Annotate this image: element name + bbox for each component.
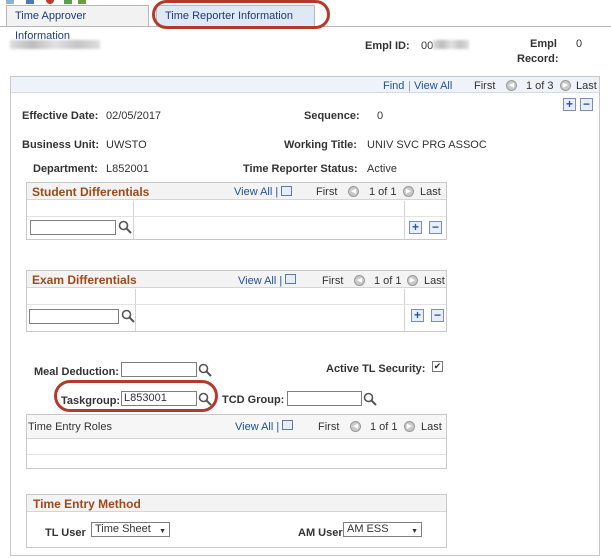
last-label: Last	[576, 80, 597, 92]
department-label: Department:	[33, 163, 98, 175]
time-reporter-status-label: Time Reporter Status:	[243, 163, 358, 175]
roles-row-divider	[27, 454, 446, 455]
row-count: 1 of 3	[526, 80, 554, 92]
nav-separator: |	[408, 80, 411, 92]
toolbar-icon-3[interactable]	[46, 0, 54, 4]
tcd-group-input[interactable]	[287, 391, 362, 406]
student-lookup-icon[interactable]	[118, 220, 132, 234]
tl-user-select[interactable]: Time Sheet ▼	[91, 522, 170, 537]
highlight-taskgroup-oval	[54, 380, 218, 412]
empl-id-value: 00	[421, 40, 434, 52]
previous-icon[interactable]: ◀	[506, 80, 517, 91]
exam-differentials-title: Exam Differentials	[32, 273, 137, 287]
am-user-value: AM ESS	[347, 523, 389, 535]
student-last-label: Last	[420, 186, 441, 198]
business-unit-label: Business Unit:	[22, 139, 100, 151]
department-value: L852001	[106, 163, 149, 175]
empl-record-value: 0	[576, 38, 583, 50]
student-col-divider-1	[133, 201, 134, 239]
tcd-group-label: TCD Group:	[222, 394, 285, 406]
exam-view-all-icon[interactable]	[285, 274, 296, 284]
exam-row-count: 1 of 1	[374, 275, 402, 287]
exam-first-label: First	[322, 275, 344, 287]
exam-row-divider	[27, 304, 446, 305]
exam-view-all-link[interactable]: View All |	[238, 275, 282, 287]
exam-lookup-icon[interactable]	[121, 309, 135, 323]
roles-first-label: First	[318, 421, 340, 433]
exam-add-row-icon[interactable]: +	[411, 309, 424, 322]
exam-last-label: Last	[424, 275, 445, 287]
add-row-icon[interactable]: +	[563, 98, 576, 111]
active-tl-security-label: Active TL Security:	[326, 363, 426, 375]
am-user-label: AM User	[298, 527, 343, 539]
toolbar-icon-5[interactable]	[78, 0, 86, 4]
empl-id-redacted	[433, 40, 469, 49]
roles-last-label: Last	[421, 421, 442, 433]
exam-col-divider-1	[135, 289, 136, 331]
time-entry-roles-title: Time Entry Roles	[28, 421, 112, 433]
student-differential-input[interactable]	[30, 220, 116, 235]
view-all-link[interactable]: View All	[414, 80, 452, 92]
toolbar-icon-2[interactable]	[26, 0, 34, 4]
meal-deduction-label: Meal Deduction:	[34, 366, 119, 378]
toolbar-icon-4[interactable]	[64, 0, 72, 4]
am-user-select[interactable]: AM ESS ▼	[343, 522, 422, 537]
tl-user-chevron-down-icon: ▼	[159, 528, 166, 535]
first-label: First	[474, 80, 496, 92]
student-view-all-link[interactable]: View All |	[234, 186, 278, 198]
time-entry-method-title: Time Entry Method	[33, 497, 141, 511]
next-icon[interactable]: ▶	[560, 80, 571, 91]
tab-time-approver[interactable]: Time Approver Information	[6, 5, 149, 42]
exam-delete-row-icon[interactable]: −	[431, 309, 444, 322]
student-delete-row-icon[interactable]: −	[429, 221, 442, 234]
roles-previous-icon[interactable]: ◀	[350, 421, 361, 432]
student-next-icon[interactable]: ▶	[403, 186, 414, 197]
student-view-all-icon[interactable]	[281, 186, 292, 196]
roles-view-all-icon[interactable]	[282, 420, 293, 430]
toolbar-icon-1[interactable]	[6, 0, 14, 4]
active-tl-security-checkbox[interactable]: ✔	[432, 361, 443, 372]
student-previous-icon[interactable]: ◀	[348, 186, 359, 197]
employee-name-redacted	[10, 40, 100, 49]
empl-id-label: Empl ID:	[365, 40, 410, 52]
tl-user-value: Time Sheet	[95, 523, 151, 535]
exam-differential-input[interactable]	[29, 309, 119, 324]
student-row-count: 1 of 1	[369, 186, 397, 198]
student-row-divider	[27, 216, 446, 217]
delete-row-icon[interactable]: −	[580, 98, 593, 111]
exam-col-divider-2	[404, 289, 405, 331]
working-title-label: Working Title:	[284, 139, 357, 151]
effective-date-value: 02/05/2017	[106, 110, 162, 122]
exam-next-icon[interactable]: ▶	[407, 275, 418, 286]
exam-previous-icon[interactable]: ◀	[354, 275, 365, 286]
sequence-label: Sequence:	[304, 110, 360, 122]
empl-record-label-1: Empl	[530, 38, 557, 50]
am-user-chevron-down-icon: ▼	[411, 528, 418, 535]
tcd-group-lookup-icon[interactable]	[363, 392, 377, 406]
roles-row-count: 1 of 1	[370, 421, 398, 433]
meal-lookup-icon[interactable]	[198, 363, 212, 377]
roles-view-all-link[interactable]: View All |	[235, 421, 279, 433]
sequence-value: 0	[377, 110, 384, 122]
highlight-tab-oval	[152, 0, 330, 29]
effective-date-label: Effective Date:	[22, 110, 99, 122]
roles-next-icon[interactable]: ▶	[404, 421, 415, 432]
student-add-row-icon[interactable]: +	[409, 221, 422, 234]
business-unit-value: UWSTO	[106, 139, 147, 151]
meal-deduction-input[interactable]	[121, 362, 197, 377]
student-col-divider-2	[404, 201, 405, 239]
student-differentials-title: Student Differentials	[32, 185, 150, 199]
find-link[interactable]: Find	[383, 80, 404, 92]
working-title-value: UNIV SVC PRG ASSOC	[367, 139, 487, 151]
time-reporter-status-value: Active	[367, 163, 397, 175]
student-first-label: First	[316, 186, 338, 198]
empl-record-label-2: Record:	[517, 53, 559, 65]
tl-user-label: TL User	[45, 527, 86, 539]
